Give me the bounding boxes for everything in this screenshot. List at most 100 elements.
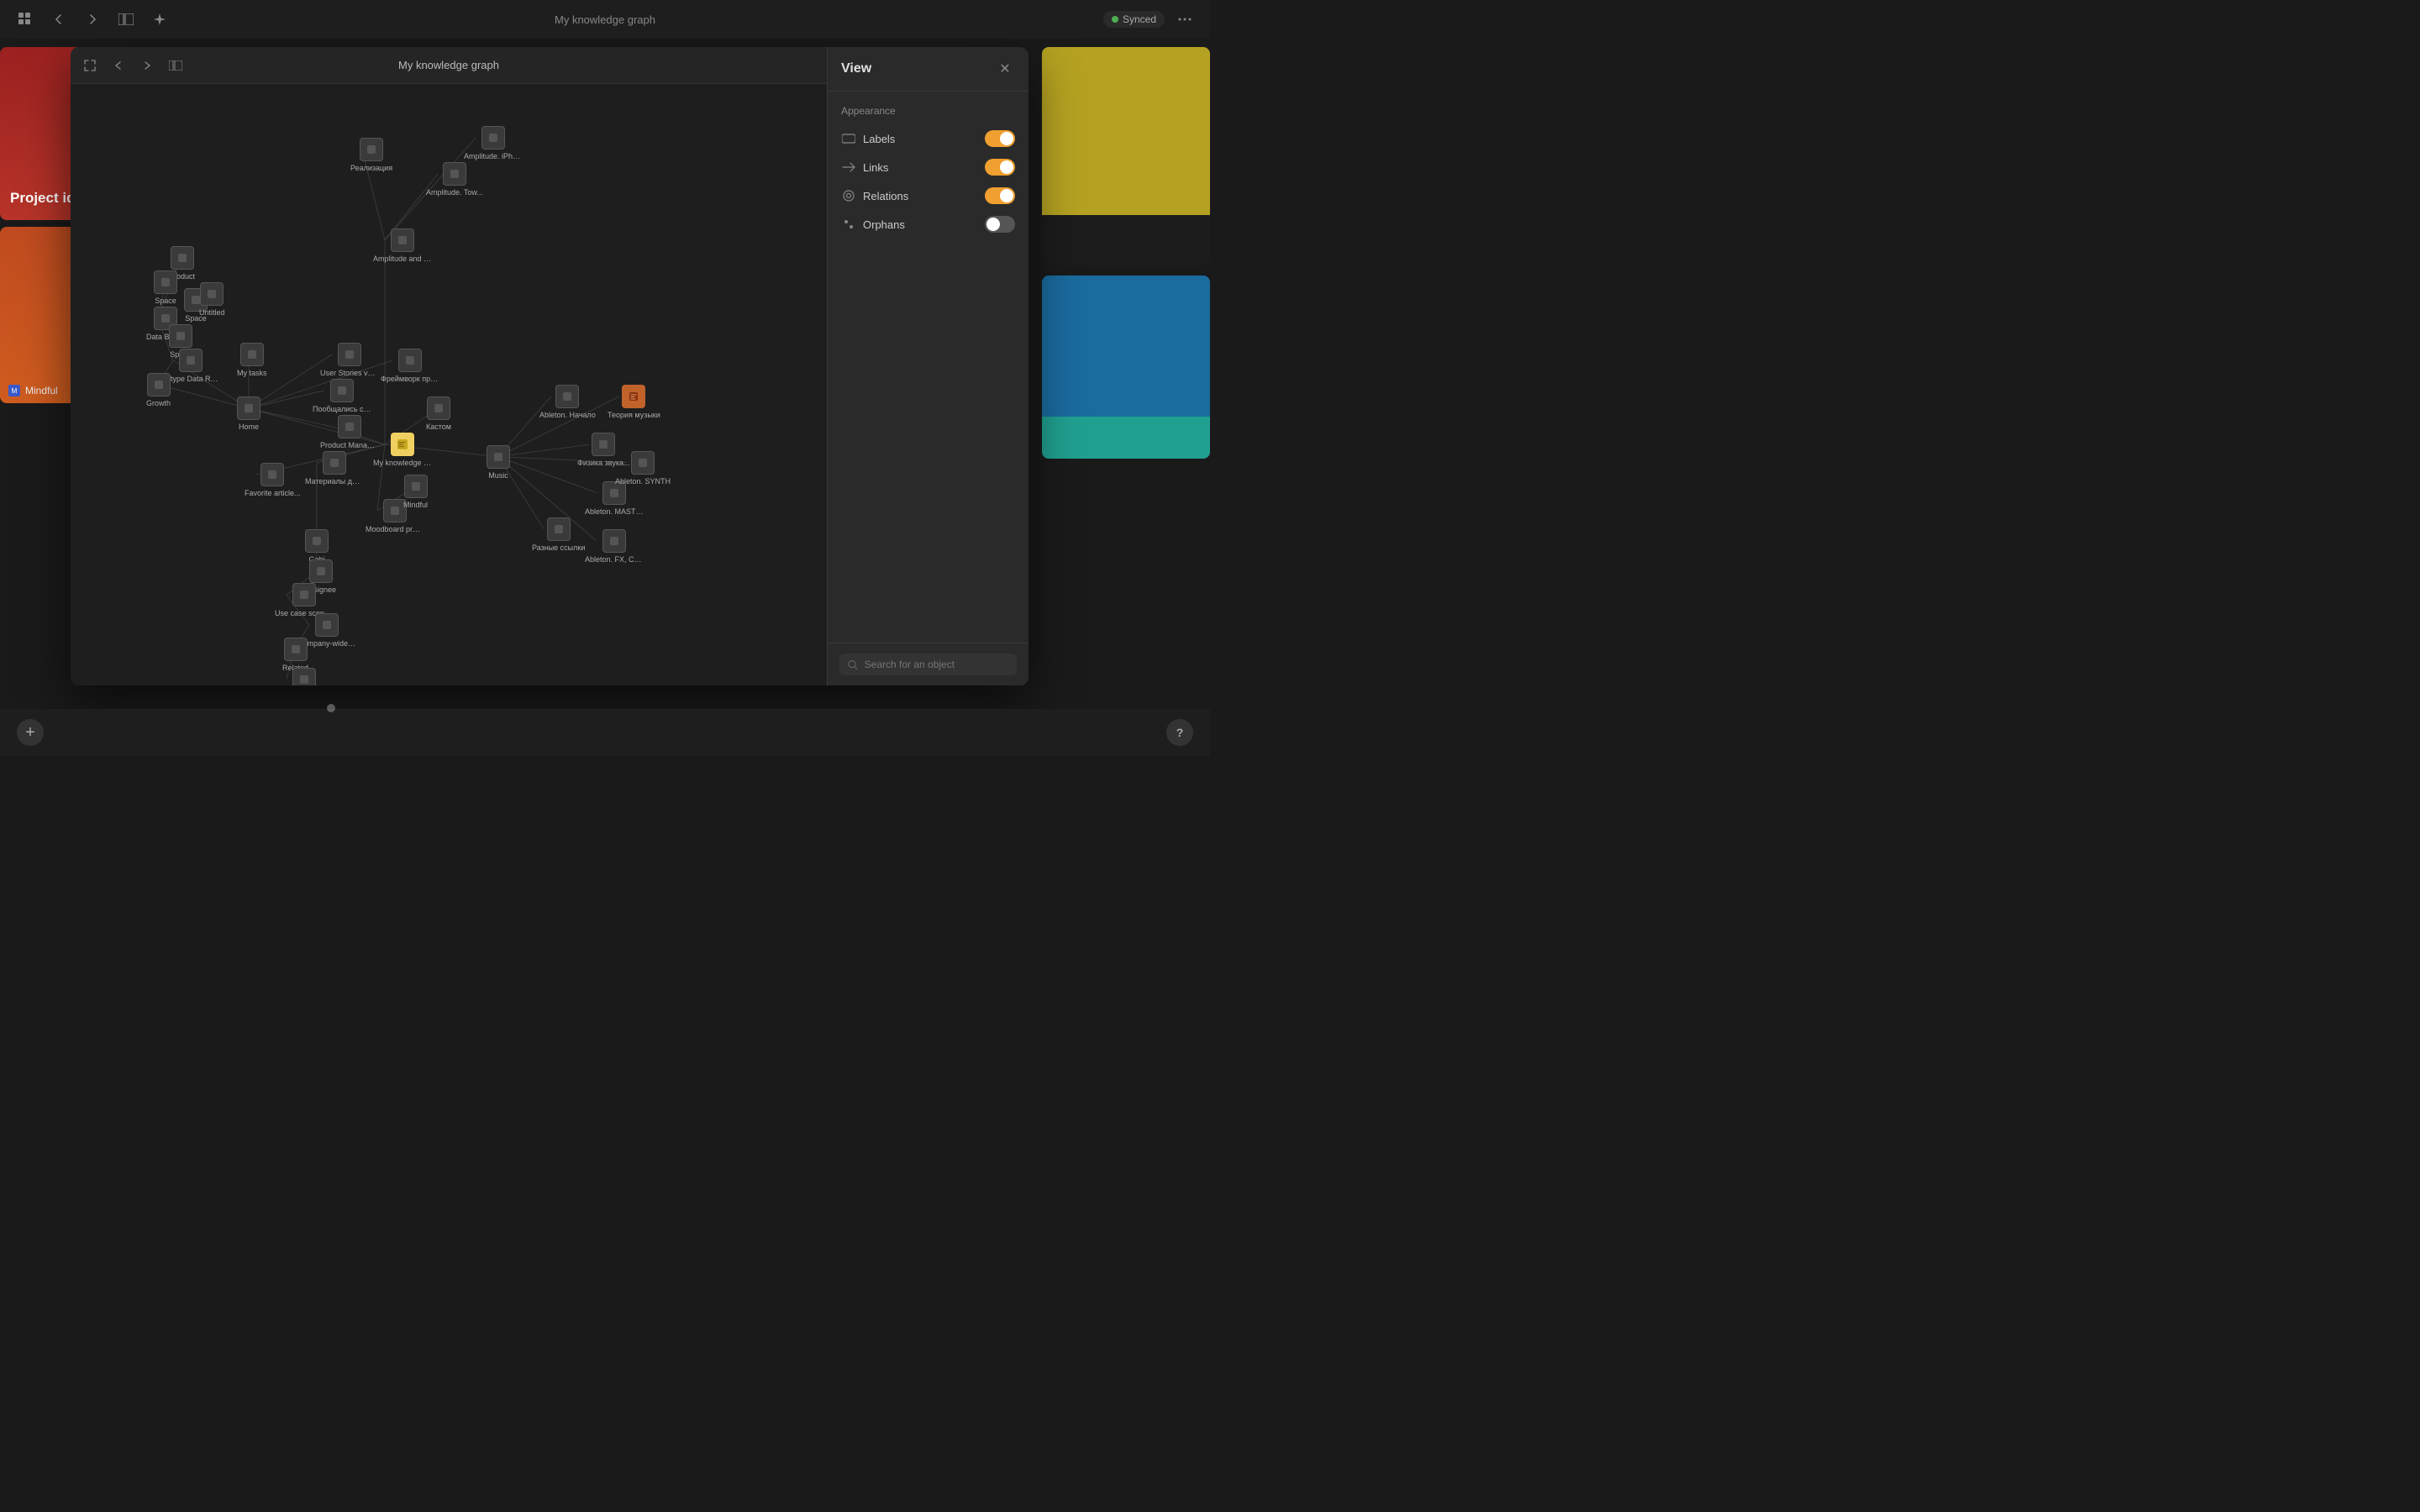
- links-left: Links: [841, 160, 888, 175]
- orphans-toggle[interactable]: [985, 216, 1015, 233]
- node-label-ableton-master: Ableton. MASTER: [585, 507, 644, 516]
- node-label-untitled: Untitled: [199, 308, 225, 317]
- bg-card-yellow-dark: [1042, 215, 1210, 265]
- graph-nav-forward[interactable]: [136, 55, 158, 76]
- node-ableton-synth[interactable]: Ableton. SYNTH: [615, 451, 671, 486]
- node-label-ableton-nachalo: Ableton. Начало: [539, 411, 596, 419]
- node-label-materials: Материалы для пр...: [305, 477, 364, 486]
- node-label-home: Home: [239, 423, 259, 431]
- node-my-kg[interactable]: My knowledge gr...: [373, 433, 432, 467]
- synced-dot: [1112, 16, 1118, 23]
- graph-sidebar-toggle[interactable]: [165, 55, 187, 76]
- graph-nav-back[interactable]: [108, 55, 129, 76]
- node-my-tasks[interactable]: My tasks: [237, 343, 267, 377]
- orphans-toggle-row: Orphans: [841, 216, 1015, 233]
- node-реализация[interactable]: Реализация: [350, 138, 392, 172]
- topbar-left: [13, 8, 171, 31]
- close-button[interactable]: ✕: [995, 59, 1015, 79]
- node-label-mindful: Mindful: [403, 501, 428, 509]
- grid-icon[interactable]: [13, 8, 37, 31]
- node-label-my-tasks: My tasks: [237, 369, 267, 377]
- panel-body: Appearance Labels: [828, 92, 1028, 643]
- graph-header: My knowledge graph: [71, 47, 827, 84]
- node-ableton-fx[interactable]: Ableton. FX, COM...: [585, 529, 644, 564]
- panel-header: View ✕: [828, 47, 1028, 92]
- node-space1[interactable]: Space: [154, 270, 177, 305]
- search-icon: [848, 659, 858, 670]
- node-growth[interactable]: Growth: [146, 373, 171, 407]
- node-home[interactable]: Home: [237, 396, 260, 431]
- topbar-right: Synced: [1103, 8, 1197, 31]
- node-ableton-nachalo[interactable]: Ableton. Начало: [539, 385, 596, 419]
- links-toggle[interactable]: [985, 159, 1015, 176]
- node-razn-ssylki[interactable]: Разные ссылки: [532, 517, 585, 552]
- sparkle-icon[interactable]: [148, 8, 171, 31]
- panel-title: View: [841, 61, 871, 76]
- relations-toggle-thumb: [1000, 189, 1013, 202]
- node-pообщались[interactable]: Пообщались с CEO...: [313, 379, 371, 413]
- mindful-label: Mindful: [25, 385, 58, 396]
- node-label-product-manage: Product Manage...: [320, 441, 379, 449]
- search-container[interactable]: [839, 654, 1017, 675]
- orphans-toggle-thumb: [986, 218, 1000, 231]
- labels-toggle[interactable]: [985, 130, 1015, 147]
- synced-badge: Synced: [1103, 11, 1165, 28]
- node-label-music: Music: [488, 471, 508, 480]
- node-product-manage[interactable]: Product Manage...: [320, 415, 379, 449]
- mindful-icon: M: [8, 385, 20, 396]
- expand-icon[interactable]: [79, 55, 101, 76]
- relations-icon: [841, 188, 856, 203]
- bg-card-yellow: [1042, 47, 1210, 225]
- search-input[interactable]: [865, 659, 1008, 670]
- graph-title: My knowledge graph: [398, 59, 499, 71]
- layout-toggle-button[interactable]: [114, 8, 138, 31]
- node-label-razn-ssylki: Разные ссылки: [532, 543, 585, 552]
- labels-toggle-thumb: [1000, 132, 1013, 145]
- right-panel: View ✕ Appearance Labels: [827, 47, 1028, 685]
- node-label-pообщались: Пообщались с CEO...: [313, 405, 371, 413]
- node-materials[interactable]: Материалы для пр...: [305, 451, 364, 486]
- labels-icon: [841, 131, 856, 146]
- node-label-framework: Фреймворк прод...: [381, 375, 439, 383]
- node-custom[interactable]: Кастом: [426, 396, 451, 431]
- links-icon: [841, 160, 856, 175]
- orphans-label: Orphans: [863, 218, 905, 231]
- links-toggle-thumb: [1000, 160, 1013, 174]
- synced-label: Synced: [1123, 13, 1156, 25]
- relations-toggle-row: Relations: [841, 187, 1015, 204]
- node-amplitude-tow[interactable]: Amplitude. Tow...: [426, 162, 483, 197]
- add-button[interactable]: +: [17, 719, 44, 746]
- node-label-growth: Growth: [146, 399, 171, 407]
- node-favorite[interactable]: Favorite article...: [245, 463, 301, 497]
- node-label-moodboard: Moodboard proj...: [366, 525, 424, 533]
- node-music[interactable]: Music: [487, 445, 510, 480]
- help-button[interactable]: ?: [1166, 719, 1193, 746]
- node-user-stories[interactable]: User Stories vs ...: [320, 343, 379, 377]
- node-teoriya[interactable]: Теория музыки: [608, 385, 660, 419]
- node-framework[interactable]: Фреймворк прод...: [381, 349, 439, 383]
- relations-toggle[interactable]: [985, 187, 1015, 204]
- bg-card-blue: [1042, 276, 1210, 427]
- node-amplitude-iphone[interactable]: Amplitude. iPhone: [464, 126, 523, 160]
- topbar: My knowledge graph Synced: [0, 0, 1210, 39]
- orphans-left: Orphans: [841, 217, 905, 232]
- node-amplitude-and[interactable]: Amplitude and an...: [373, 228, 432, 263]
- node-label-amplitude-iphone: Amplitude. iPhone: [464, 152, 523, 160]
- nav-forward-button[interactable]: [81, 8, 104, 31]
- mindful-card-label-container: M Mindful: [8, 385, 58, 396]
- bottombar: + ?: [0, 709, 1210, 756]
- appearance-label: Appearance: [841, 105, 1015, 117]
- graph-canvas[interactable]: Реализация Amplitude. iPhone Amplitude. To…: [71, 84, 827, 685]
- graph-area[interactable]: My knowledge graph Реализация Amplitude. …: [71, 47, 827, 685]
- node-подготовить[interactable]: Подготовить клас...: [275, 668, 334, 685]
- relations-left: Relations: [841, 188, 908, 203]
- labels-toggle-row: Labels: [841, 130, 1015, 147]
- node-ableton-master[interactable]: Ableton. MASTER: [585, 481, 644, 516]
- more-options-button[interactable]: [1173, 8, 1197, 31]
- node-label-custom: Кастом: [426, 423, 451, 431]
- node-label-ableton-synth: Ableton. SYNTH: [615, 477, 671, 486]
- node-mindful[interactable]: Mindful: [403, 475, 428, 509]
- nav-back-button[interactable]: [47, 8, 71, 31]
- node-untitled[interactable]: Untitled: [199, 282, 225, 317]
- node-label-space1: Space: [155, 297, 176, 305]
